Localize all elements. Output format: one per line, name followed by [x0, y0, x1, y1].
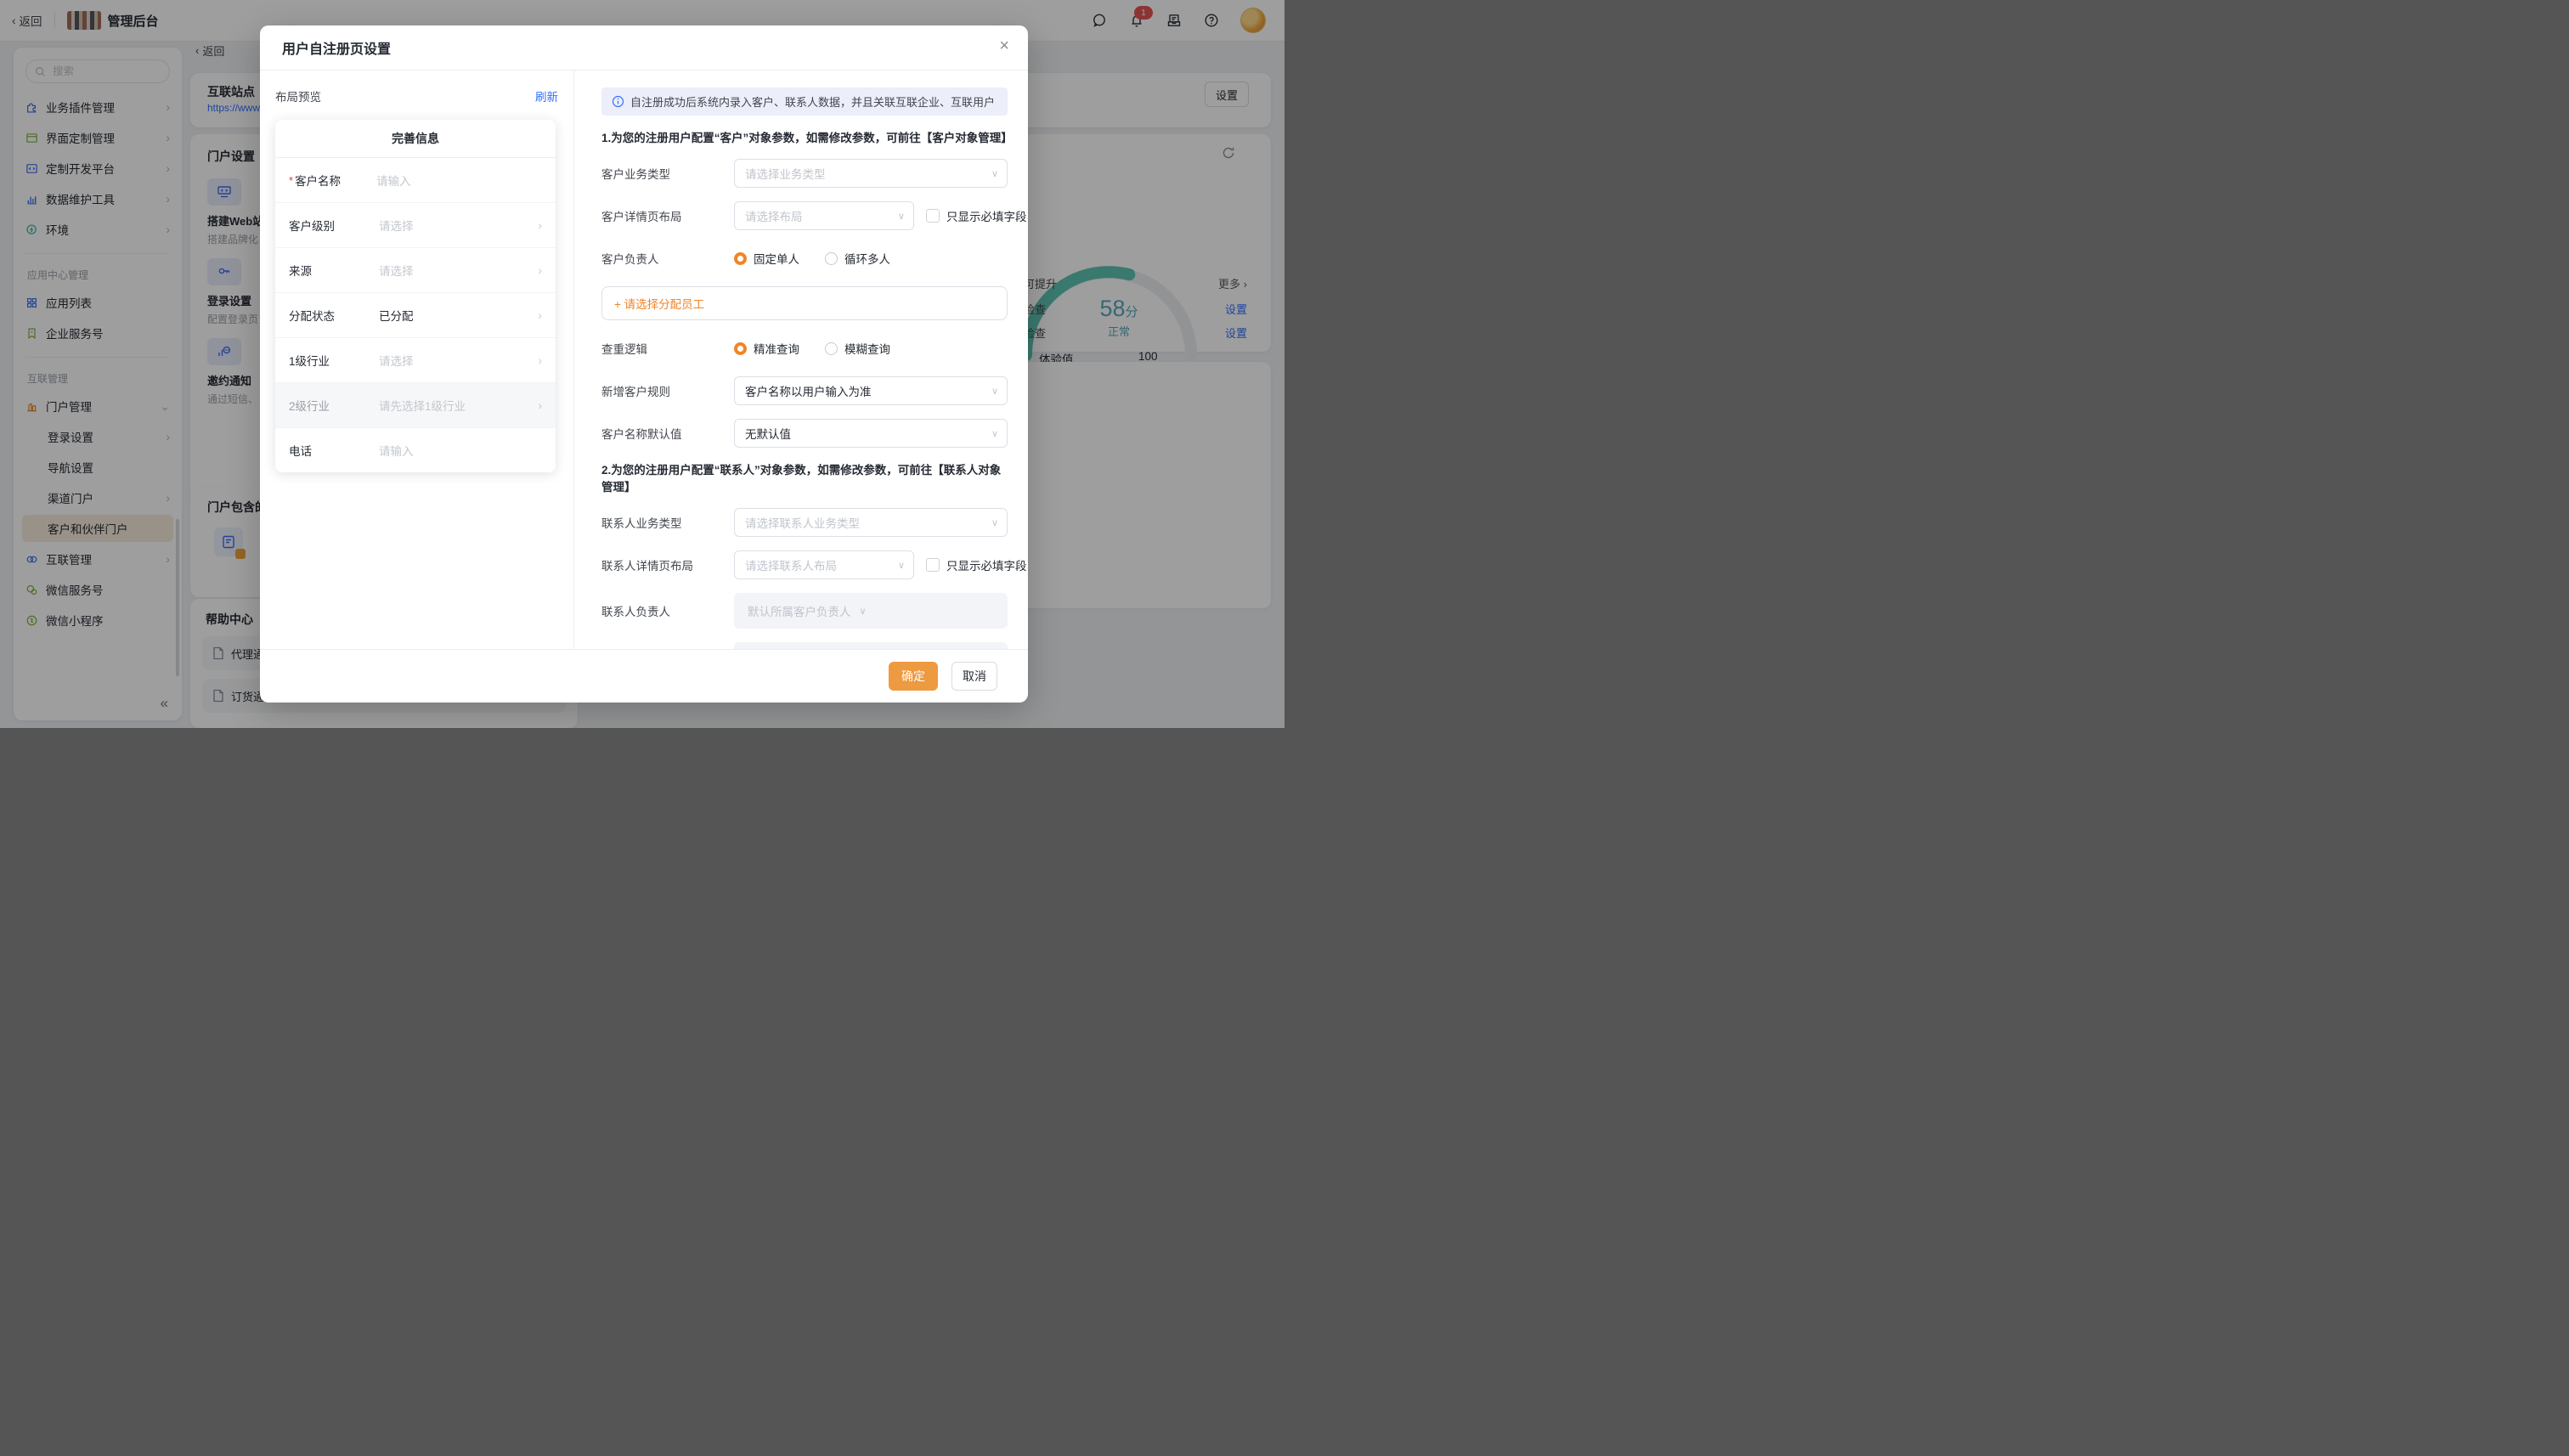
form-row-contact-type: 联系人业务类型 请选择联系人业务类型 ∨	[601, 508, 1008, 537]
preview-row-assign-status[interactable]: 分配状态 已分配 ›	[275, 293, 556, 338]
confirm-button[interactable]: 确定	[889, 662, 938, 691]
form-row-default-name: 客户名称默认值 无默认值 ∨	[601, 419, 1008, 448]
chevron-down-icon: ∨	[898, 560, 905, 571]
preview-toolbar: 布局预览 刷新	[275, 87, 558, 104]
contact-owner-field-disabled: 默认所属客户负责人 ∨	[734, 593, 1008, 629]
screen: ‹ 返回 管理后台 1	[0, 0, 1284, 728]
refresh-link[interactable]: 刷新	[535, 87, 558, 104]
checkbox[interactable]	[926, 558, 940, 572]
preview-row-customer-name[interactable]: * 客户名称 请输入	[275, 158, 556, 203]
section2-title: 2.为您的注册用户配置“联系人”对象参数，如需修改参数，可前往【联系人对象管理】	[601, 460, 1008, 494]
chevron-right-icon: ›	[538, 218, 542, 232]
preview-label: 布局预览	[275, 87, 321, 104]
chevron-right-icon: ›	[538, 398, 542, 412]
modal-body: 布局预览 刷新 完善信息 * 客户名称 请输入 客户级别 请选择 ›	[260, 71, 1028, 649]
info-banner: 自注册成功后系统内录入客户、联系人数据，并且关联互联企业、互联用户	[601, 87, 1008, 116]
section1-title: 1.为您的注册用户配置“客户”对象参数，如需修改参数，可前往【客户对象管理】	[601, 128, 1008, 145]
checkbox[interactable]	[926, 209, 940, 223]
radio-fixed-single[interactable]: 固定单人	[734, 250, 799, 267]
settings-form-pane: 自注册成功后系统内录入客户、联系人数据，并且关联互联企业、互联用户 1.为您的注…	[574, 71, 1028, 649]
radio-fuzzy-query[interactable]: 模糊查询	[825, 340, 890, 357]
assign-employee-picker[interactable]: + 请选择分配员工	[601, 286, 1008, 320]
preview-row-industry-2[interactable]: 2级行业 请先选择1级行业 ›	[275, 383, 556, 428]
preview-row-industry-1[interactable]: 1级行业 请选择 ›	[275, 338, 556, 383]
form-row-customer-owner: 客户负责人 固定单人 循环多人	[601, 244, 1008, 273]
contact-type-select[interactable]: 请选择联系人业务类型 ∨	[734, 508, 1008, 537]
form-row-contact-owner: 联系人负责人 默认所属客户负责人 ∨	[601, 593, 1008, 629]
cancel-button[interactable]: 取消	[951, 662, 997, 691]
chevron-down-icon: ∨	[898, 211, 905, 222]
preview-row-source[interactable]: 来源 请选择 ›	[275, 248, 556, 293]
close-icon[interactable]: ×	[999, 37, 1009, 54]
new-customer-rule-select[interactable]: 客户名称以用户输入为准 ∨	[734, 376, 1008, 405]
chevron-right-icon: ›	[538, 308, 542, 322]
radio-unselected[interactable]	[825, 342, 838, 355]
self-registration-modal: 用户自注册页设置 × 布局预览 刷新 完善信息 * 客户名称 请输入	[260, 25, 1028, 703]
chevron-down-icon: ∨	[860, 606, 867, 617]
info-icon	[612, 95, 624, 108]
preview-row-customer-level[interactable]: 客户级别 请选择 ›	[275, 203, 556, 248]
form-row-login-phone: 登录手机号 登录手机（Mobile1） ∨	[601, 642, 1008, 649]
preview-card: 完善信息 * 客户名称 请输入 客户级别 请选择 › 来源 请选择 ›	[275, 120, 556, 472]
chevron-right-icon: ›	[538, 353, 542, 367]
chevron-down-icon: ∨	[991, 386, 998, 397]
radio-unselected[interactable]	[825, 252, 838, 265]
radio-selected[interactable]	[734, 252, 747, 265]
form-row-customer-layout: 客户详情页布局 请选择布局 ∨ 只显示必填字段	[601, 201, 1008, 230]
layout-preview-pane: 布局预览 刷新 完善信息 * 客户名称 请输入 客户级别 请选择 ›	[260, 71, 574, 649]
form-row-dedupe: 查重逻辑 精准查询 模糊查询	[601, 334, 1008, 363]
required-asterisk: *	[289, 174, 293, 187]
chevron-down-icon: ∨	[991, 168, 998, 179]
chevron-down-icon: ∨	[991, 517, 998, 528]
modal-footer: 确定 取消	[260, 649, 1028, 703]
radio-exact-query[interactable]: 精准查询	[734, 340, 799, 357]
contact-layout-select[interactable]: 请选择联系人布局 ∨	[734, 550, 914, 579]
customer-type-select[interactable]: 请选择业务类型 ∨	[734, 159, 1008, 188]
default-name-select[interactable]: 无默认值 ∨	[734, 419, 1008, 448]
required-only-checkbox-wrap[interactable]: 只显示必填字段	[926, 207, 1027, 224]
preview-row-phone[interactable]: 电话 请输入	[275, 428, 556, 472]
modal-title: 用户自注册页设置	[282, 37, 391, 58]
radio-selected[interactable]	[734, 342, 747, 355]
login-phone-field-disabled: 登录手机（Mobile1） ∨	[734, 642, 1008, 649]
required-only-checkbox-wrap[interactable]: 只显示必填字段	[926, 556, 1027, 573]
form-row-new-customer-rule: 新增客户规则 客户名称以用户输入为准 ∨	[601, 376, 1008, 405]
form-row-contact-layout: 联系人详情页布局 请选择联系人布局 ∨ 只显示必填字段	[601, 550, 1008, 579]
form-row-customer-type: 客户业务类型 请选择业务类型 ∨	[601, 159, 1008, 188]
chevron-right-icon: ›	[538, 263, 542, 277]
radio-round-robin[interactable]: 循环多人	[825, 250, 890, 267]
chevron-down-icon: ∨	[991, 428, 998, 439]
customer-layout-select[interactable]: 请选择布局 ∨	[734, 201, 914, 230]
info-banner-text: 自注册成功后系统内录入客户、联系人数据，并且关联互联企业、互联用户	[630, 93, 995, 110]
modal-header: 用户自注册页设置 ×	[260, 25, 1028, 71]
preview-card-title: 完善信息	[275, 120, 556, 158]
